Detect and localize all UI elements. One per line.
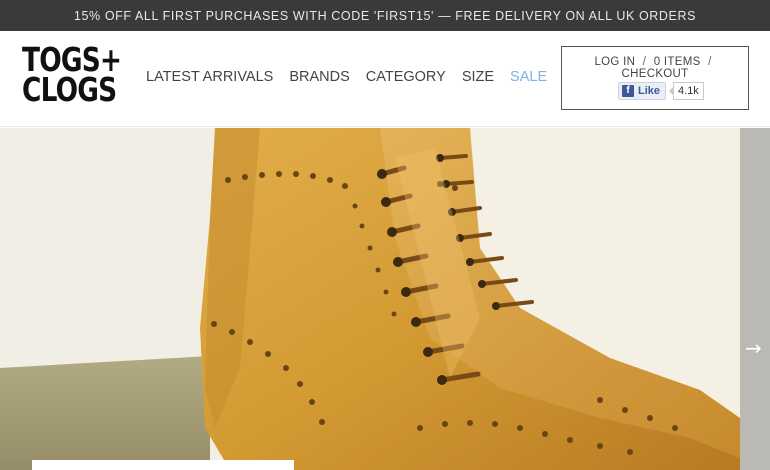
nav-size[interactable]: SIZE <box>462 69 494 85</box>
link-separator: / <box>708 56 712 68</box>
facebook-like-button[interactable]: f Like <box>618 82 667 100</box>
nav-brands[interactable]: BRANDS <box>289 69 349 85</box>
hero-caption-box <box>32 460 294 470</box>
hero-boots-image <box>0 128 770 470</box>
slider-next-arrow-icon[interactable]: → <box>745 336 762 360</box>
facebook-like-label: Like <box>638 85 661 97</box>
cart-items-link[interactable]: 0 ITEMS <box>654 56 701 68</box>
promo-text: 15% OFF ALL FIRST PURCHASES WITH CODE 'F… <box>73 8 697 23</box>
nav-latest-arrivals[interactable]: LATEST ARRIVALS <box>146 69 273 85</box>
logo-line-2: CLOGS <box>22 70 117 109</box>
login-link[interactable]: LOG IN <box>594 56 635 68</box>
hero-banner[interactable] <box>0 128 770 470</box>
site-logo[interactable]: TOGS+ CLOGS <box>22 43 127 113</box>
facebook-like-count: 4.1k <box>669 82 704 100</box>
main-nav: LATEST ARRIVALS BRANDS CATEGORY SIZE SAL… <box>146 69 547 85</box>
slider-next-strip[interactable] <box>740 128 770 470</box>
link-separator: / <box>642 56 647 68</box>
facebook-icon: f <box>622 85 634 97</box>
account-box: LOG IN / 0 ITEMS / CHECKOUT f Like 4.1k <box>561 46 749 110</box>
promo-bar: 15% OFF ALL FIRST PURCHASES WITH CODE 'F… <box>0 0 770 31</box>
site-header: TOGS+ CLOGS LATEST ARRIVALS BRANDS CATEG… <box>0 31 770 127</box>
nav-sale[interactable]: SALE <box>510 69 547 85</box>
nav-category[interactable]: CATEGORY <box>366 69 446 85</box>
facebook-like-widget: f Like 4.1k <box>618 82 704 100</box>
account-links: LOG IN / 0 ITEMS / CHECKOUT <box>562 56 748 80</box>
checkout-link[interactable]: CHECKOUT <box>622 68 689 80</box>
